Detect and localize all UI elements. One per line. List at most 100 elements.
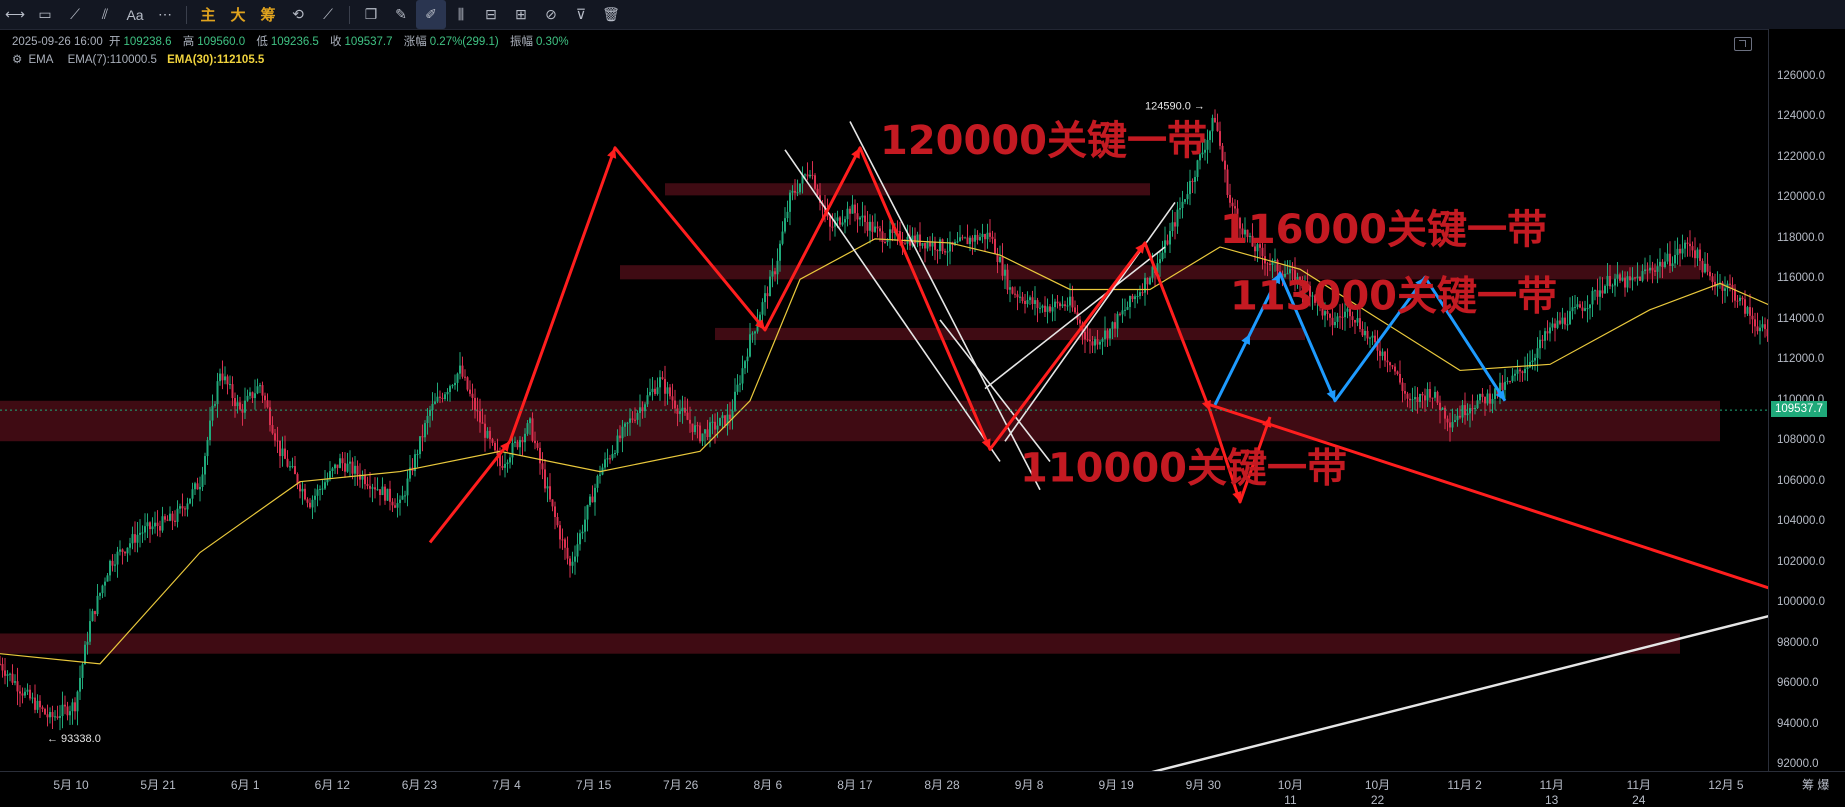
candle-body xyxy=(384,486,386,501)
time-tick-label: 11月 24 xyxy=(1626,778,1652,807)
candle-body xyxy=(31,697,34,699)
candle-body xyxy=(1031,297,1034,305)
candle-body xyxy=(266,400,269,408)
candle-body xyxy=(39,700,41,708)
candle-body xyxy=(289,466,291,468)
candle-body xyxy=(1229,194,1231,203)
candle-body xyxy=(1226,169,1229,195)
candle-body xyxy=(121,549,124,552)
candle-body xyxy=(696,425,699,427)
time-tick-label: 11月 13 xyxy=(1539,778,1564,807)
candle-body xyxy=(256,386,259,394)
candle-body xyxy=(1381,351,1384,356)
candle-body xyxy=(1104,330,1106,340)
candle-body xyxy=(1179,208,1181,210)
candle-body xyxy=(806,174,809,177)
candle-body xyxy=(171,513,174,521)
candle-body xyxy=(1696,249,1699,259)
text-tool-icon[interactable]: Aa xyxy=(120,0,150,29)
candle-body xyxy=(1736,300,1739,302)
candle-body xyxy=(54,716,56,718)
candle-body xyxy=(1619,274,1621,281)
time-axis[interactable]: 5月 10 5月 21 6月 1 6月 12 6月 23 7月 4 7月 15 7月 26 8月… xyxy=(0,771,1845,807)
rectangle-tool-icon[interactable]: ▭ xyxy=(30,0,60,29)
candle-body xyxy=(501,465,504,468)
candle-body xyxy=(829,216,831,227)
candle-body xyxy=(1491,398,1494,404)
indicator-button-0[interactable]: 主 xyxy=(193,0,223,29)
template-tool-icon[interactable]: ⊞ xyxy=(506,0,536,29)
candle-body xyxy=(314,495,316,500)
red-trend-arrow-head xyxy=(607,147,617,159)
candle-body xyxy=(809,174,811,177)
candle-body xyxy=(446,391,449,395)
candle-body xyxy=(1406,393,1409,399)
candle-body xyxy=(1374,335,1376,342)
parallel-channel-tool-icon[interactable]: ⫽ xyxy=(90,0,120,29)
lock-tool-icon[interactable]: ⊟ xyxy=(476,0,506,29)
candle-body xyxy=(1114,322,1116,329)
candle-body xyxy=(206,440,209,457)
key-level-annotation: 110000关键一带 xyxy=(1020,446,1347,492)
price-axis[interactable]: 126000.0 124000.0 122000.0 120000.0 118000.0… xyxy=(1768,29,1845,772)
last-price-badge: 109537.7 xyxy=(1771,401,1827,418)
magnet-tool-icon[interactable]: ⟋ xyxy=(313,0,343,29)
candle-body xyxy=(1164,240,1166,253)
candle-body xyxy=(774,271,776,275)
candle-body xyxy=(686,412,689,420)
candle-body xyxy=(1194,177,1196,182)
measure-tool-icon[interactable]: ⟲ xyxy=(283,0,313,29)
candle-body xyxy=(914,235,916,244)
candle-body xyxy=(1001,257,1004,276)
candle-body xyxy=(1131,295,1134,300)
candle-body xyxy=(1361,329,1364,336)
candle-body xyxy=(991,236,994,239)
price-tick-label: 112000.0 xyxy=(1777,353,1825,366)
candle-body xyxy=(1366,330,1369,339)
trend-line-tool-icon[interactable]: ⟋ xyxy=(60,0,90,29)
hide-tool-icon[interactable]: ⊘ xyxy=(536,0,566,29)
candle-body xyxy=(1509,380,1511,382)
candle-body xyxy=(1624,277,1626,288)
candle-body xyxy=(1494,388,1496,399)
more-tools-icon[interactable]: ⋯ xyxy=(150,0,180,29)
candle-body xyxy=(144,526,146,533)
candle-body xyxy=(676,408,679,414)
bars-tool-icon[interactable]: ⫼ xyxy=(446,0,476,29)
candle-body xyxy=(514,441,516,443)
candle-body xyxy=(661,377,664,379)
price-tick-label: 116000.0 xyxy=(1777,272,1825,285)
candle-body xyxy=(926,242,929,249)
candle-body xyxy=(101,585,104,594)
candle-body xyxy=(1079,319,1081,324)
candle-body xyxy=(1711,276,1714,282)
axis-corner-label[interactable]: 筹 爆 xyxy=(1802,776,1829,793)
horizontal-line-tool-icon[interactable]: ⟷ xyxy=(0,0,30,29)
candle-body xyxy=(1359,318,1361,330)
candle-body xyxy=(579,533,581,545)
candle-body xyxy=(486,430,489,438)
price-chart[interactable]: 120000关键一带 116000关键一带 113000关键一带 110000关键一带… xyxy=(0,29,1845,796)
indicator-button-2[interactable]: 筹 xyxy=(253,0,283,29)
filter-tool-icon[interactable]: ⊽ xyxy=(566,0,596,29)
candle-body xyxy=(656,387,659,394)
candle-body xyxy=(529,418,531,424)
copy-tool-icon[interactable]: ❐ xyxy=(356,0,386,29)
candle-body xyxy=(1674,254,1676,264)
candle-body xyxy=(1404,391,1406,394)
candle-body xyxy=(56,716,59,718)
candle-body xyxy=(1544,331,1546,341)
brush-tool-icon[interactable]: ✐ xyxy=(416,0,446,29)
candle-body xyxy=(1641,271,1644,281)
candle-body xyxy=(671,396,674,401)
candle-body xyxy=(891,229,894,234)
delete-tool-icon[interactable]: 🗑 xyxy=(596,0,626,29)
candle-body xyxy=(564,539,566,548)
candle-body xyxy=(509,457,511,463)
price-tick-label: 94000.0 xyxy=(1777,717,1819,730)
candle-body xyxy=(109,560,111,576)
candle-body xyxy=(904,243,906,245)
indicator-button-1[interactable]: 大 xyxy=(223,0,253,29)
candle-body xyxy=(1414,397,1416,400)
pencil-tool-icon[interactable]: ✎ xyxy=(386,0,416,29)
